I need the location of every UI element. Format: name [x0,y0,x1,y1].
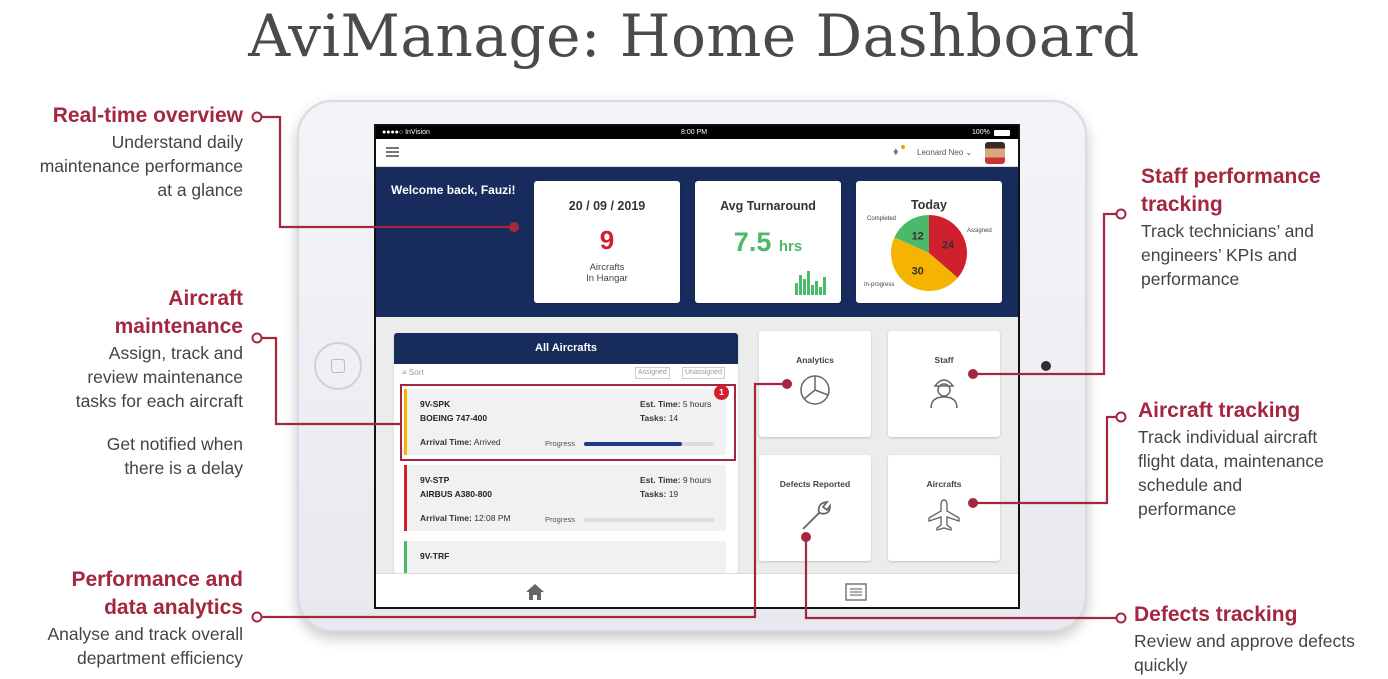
annotation-connectors [251,111,1127,624]
